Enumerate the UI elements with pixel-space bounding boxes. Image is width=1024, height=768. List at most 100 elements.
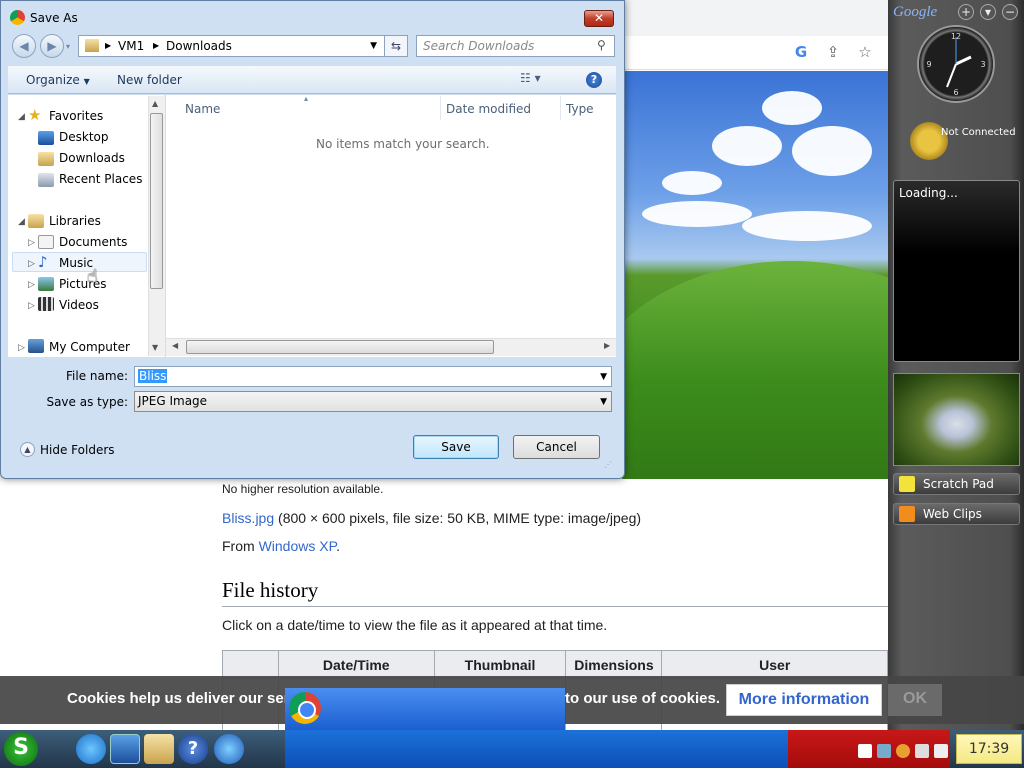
add-gadget-icon[interactable]: +	[958, 4, 974, 20]
column-header-type[interactable]: Type	[566, 102, 594, 116]
scroll-left-icon[interactable]: ◀	[172, 341, 178, 350]
column-header-date[interactable]: Date modified	[446, 102, 531, 116]
file-name-input[interactable]: Bliss ▼	[134, 366, 612, 387]
desktop-icon[interactable]	[110, 734, 140, 764]
chrome-taskbar-thumbnail[interactable]	[285, 688, 565, 730]
organize-button[interactable]: Organize ▼	[26, 73, 90, 87]
nav-desktop[interactable]: Desktop	[59, 130, 109, 144]
bookmark-star-icon[interactable]: ☆	[856, 43, 874, 61]
chevron-down-icon[interactable]: ▼	[600, 368, 607, 387]
globe-icon[interactable]	[214, 734, 244, 764]
file-explorer-icon[interactable]	[144, 734, 174, 764]
new-folder-button[interactable]: New folder	[117, 73, 182, 87]
sync-icon[interactable]	[896, 744, 910, 758]
hscroll-thumb[interactable]	[186, 340, 494, 354]
flag-icon[interactable]	[858, 744, 872, 758]
change-view-icon[interactable]: ☷ ▾	[520, 71, 556, 89]
forward-icon[interactable]: ▶	[40, 34, 64, 58]
recent-pages-icon[interactable]: ▾	[66, 42, 70, 51]
cancel-button[interactable]: Cancel	[513, 435, 600, 459]
save-type-select[interactable]: JPEG Image ▼	[134, 391, 612, 412]
column-header-name[interactable]: Name	[185, 102, 220, 116]
star-icon: ★	[28, 106, 42, 124]
sidebar-logo[interactable]: Google	[893, 4, 937, 21]
start-button[interactable]: S	[4, 732, 38, 766]
refresh-icon[interactable]: ⇆	[384, 35, 408, 57]
nav-scroll-thumb[interactable]	[150, 113, 163, 289]
breadcrumb[interactable]: ▶ VM1 ▶ Downloads ▼	[78, 35, 408, 57]
cookie-text-end: to our use of cookies.	[565, 690, 721, 707]
search-icon[interactable]: ⚲	[597, 38, 606, 52]
sidebar-minimize-icon[interactable]: −	[1002, 4, 1018, 20]
file-list[interactable]	[166, 95, 616, 357]
resize-grip-icon[interactable]: ⋰	[604, 460, 612, 469]
back-icon[interactable]: ◀	[12, 34, 36, 58]
help-icon[interactable]: ?	[586, 72, 602, 88]
more-information-button[interactable]: More information	[726, 684, 882, 716]
col-header: Dimensions	[565, 650, 663, 679]
windows-xp-link[interactable]: Windows XP	[259, 538, 337, 554]
network-icon[interactable]	[877, 744, 891, 758]
breadcrumb-item[interactable]: Downloads	[166, 36, 232, 56]
display-icon[interactable]	[915, 744, 929, 758]
news-loading-text: Loading...	[899, 186, 958, 200]
collapse-arrow-icon[interactable]: ▷	[28, 238, 35, 248]
analog-clock-gadget[interactable]: 12 3 6 9	[917, 25, 995, 103]
save-button[interactable]: Save	[413, 435, 499, 459]
chrome-icon	[10, 10, 25, 25]
music-icon: ♪	[38, 253, 48, 271]
web-clips-gadget[interactable]: Web Clips	[893, 503, 1020, 525]
hide-folders-button[interactable]: Hide Folders	[40, 443, 115, 457]
scroll-up-icon[interactable]: ▲	[152, 99, 158, 108]
search-input[interactable]: Search Downloads	[416, 35, 615, 57]
internet-explorer-icon[interactable]	[76, 734, 106, 764]
chevron-down-icon[interactable]: ▼	[370, 36, 377, 56]
photo-gadget[interactable]	[893, 373, 1020, 466]
chevron-up-icon[interactable]: ▲	[20, 442, 35, 457]
browser-address-bar[interactable]	[620, 36, 888, 70]
share-icon[interactable]: ⇪	[824, 43, 842, 61]
google-g-icon[interactable]: G	[792, 43, 810, 61]
scroll-right-icon[interactable]: ▶	[604, 341, 610, 350]
nav-recent-places[interactable]: Recent Places	[59, 172, 142, 186]
close-button[interactable]: ✕	[584, 10, 614, 27]
taskbar-clock[interactable]: 17:39	[956, 734, 1022, 764]
nav-libraries[interactable]: Libraries	[49, 214, 101, 228]
news-gadget[interactable]	[893, 180, 1020, 362]
pictures-icon	[38, 277, 54, 291]
expand-arrow-icon[interactable]: ◢	[18, 217, 25, 227]
col-header: Thumbnail	[433, 650, 567, 679]
sidebar-menu-icon[interactable]: ▾	[980, 4, 996, 20]
nav-my-computer[interactable]: My Computer	[49, 340, 130, 354]
nav-downloads[interactable]: Downloads	[59, 151, 125, 165]
scratch-pad-gadget[interactable]: Scratch Pad	[893, 473, 1020, 495]
taskbar-active-app[interactable]	[285, 730, 788, 768]
nav-videos[interactable]: Videos	[59, 298, 99, 312]
save-type-value: JPEG Image	[138, 394, 208, 408]
history-hint: Click on a date/time to view the file as…	[222, 617, 608, 633]
volume-icon[interactable]	[934, 744, 948, 758]
column-divider[interactable]	[440, 96, 441, 120]
file-info-text: (800 × 600 pixels, file size: 50 KB, MIM…	[274, 510, 642, 526]
bliss-image	[622, 71, 888, 479]
desktop-icon	[38, 131, 54, 145]
help-icon[interactable]: ?	[178, 734, 208, 764]
collapse-arrow-icon[interactable]: ▷	[28, 280, 35, 290]
collapse-arrow-icon[interactable]: ▷	[28, 301, 35, 311]
collapse-arrow-icon[interactable]: ▷	[18, 343, 25, 353]
collapse-arrow-icon[interactable]: ▷	[28, 259, 35, 269]
column-divider[interactable]	[560, 96, 561, 120]
downloads-folder-icon	[38, 152, 54, 166]
expand-arrow-icon[interactable]: ◢	[18, 112, 25, 122]
file-info-line: Bliss.jpg (800 × 600 pixels, file size: …	[222, 510, 641, 526]
chevron-down-icon: ▼	[83, 77, 90, 86]
nav-favorites[interactable]: Favorites	[49, 109, 103, 123]
file-link[interactable]: Bliss.jpg	[222, 510, 274, 526]
nav-documents[interactable]: Documents	[59, 235, 127, 249]
organize-label: Organize	[26, 73, 80, 87]
breadcrumb-item[interactable]: VM1	[118, 36, 144, 56]
scroll-down-icon[interactable]: ▼	[152, 343, 158, 352]
from-end: .	[336, 538, 341, 554]
heading-divider	[222, 606, 888, 607]
cookie-ok-button[interactable]: OK	[888, 684, 942, 716]
